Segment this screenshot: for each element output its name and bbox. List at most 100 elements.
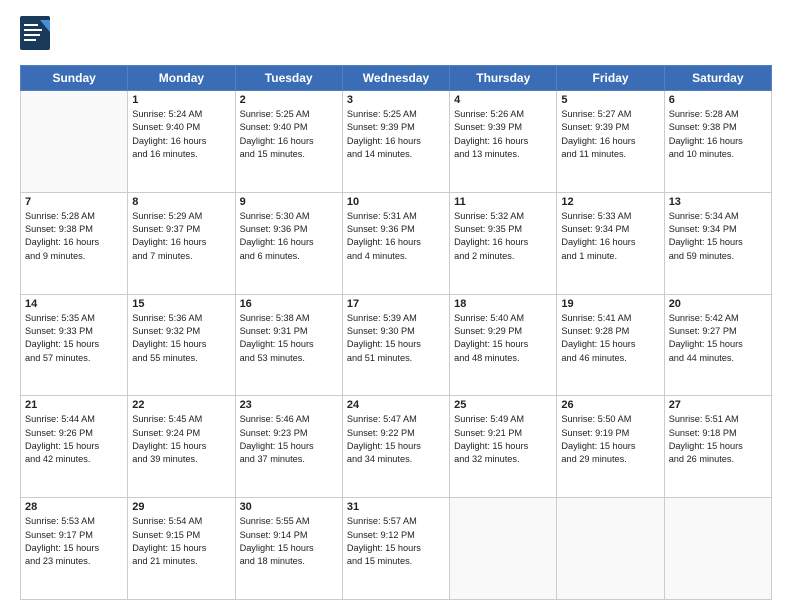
day-number: 26 [561,399,659,411]
calendar-cell [450,498,557,600]
calendar-cell: 31 Sunrise: 5:57 AM Sunset: 9:12 PM Dayli… [342,498,449,600]
calendar-cell: 26 Sunrise: 5:50 AM Sunset: 9:19 PM Dayli… [557,396,664,498]
day-info: Sunrise: 5:39 AM Sunset: 9:30 PM Dayligh… [347,312,445,365]
weekday-header-tuesday: Tuesday [235,66,342,91]
calendar-cell: 10 Sunrise: 5:31 AM Sunset: 9:36 PM Dayli… [342,192,449,294]
calendar-cell: 6Sunrise: 5:28 AM Sunset: 9:38 PM Daylig… [664,91,771,193]
day-info: Sunrise: 5:25 AM Sunset: 9:40 PM Dayligh… [240,108,338,161]
calendar-cell: 22 Sunrise: 5:45 AM Sunset: 9:24 PM Dayli… [128,396,235,498]
day-number: 20 [669,298,767,310]
calendar-cell: 3 Sunrise: 5:25 AM Sunset: 9:39 PM Daylig… [342,91,449,193]
day-info: Sunrise: 5:38 AM Sunset: 9:31 PM Dayligh… [240,312,338,365]
day-info: Sunrise: 5:51 AM Sunset: 9:18 PM Dayligh… [669,413,767,466]
calendar-cell: 18Sunrise: 5:40 AM Sunset: 9:29 PM Dayli… [450,294,557,396]
day-number: 25 [454,399,552,411]
day-number: 3 [347,94,445,106]
day-number: 17 [347,298,445,310]
day-info: Sunrise: 5:24 AM Sunset: 9:40 PM Dayligh… [132,108,230,161]
calendar-cell: 15 Sunrise: 5:36 AM Sunset: 9:32 PM Dayli… [128,294,235,396]
week-row-3: 14 Sunrise: 5:35 AM Sunset: 9:33 PM Dayli… [21,294,772,396]
calendar-cell: 29 Sunrise: 5:54 AM Sunset: 9:15 PM Dayli… [128,498,235,600]
day-info: Sunrise: 5:25 AM Sunset: 9:39 PM Dayligh… [347,108,445,161]
day-info: Sunrise: 5:54 AM Sunset: 9:15 PM Dayligh… [132,515,230,568]
day-info: Sunrise: 5:57 AM Sunset: 9:12 PM Dayligh… [347,515,445,568]
day-number: 28 [25,501,123,513]
weekday-header-thursday: Thursday [450,66,557,91]
day-info: Sunrise: 5:32 AM Sunset: 9:35 PM Dayligh… [454,210,552,263]
calendar-cell: 9 Sunrise: 5:30 AM Sunset: 9:36 PM Daylig… [235,192,342,294]
logo-icon [20,16,52,52]
weekday-header-sunday: Sunday [21,66,128,91]
calendar-cell: 21Sunrise: 5:44 AM Sunset: 9:26 PM Dayli… [21,396,128,498]
weekday-header-saturday: Saturday [664,66,771,91]
calendar-cell: 20Sunrise: 5:42 AM Sunset: 9:27 PM Dayli… [664,294,771,396]
day-number: 23 [240,399,338,411]
day-info: Sunrise: 5:36 AM Sunset: 9:32 PM Dayligh… [132,312,230,365]
day-number: 31 [347,501,445,513]
day-number: 22 [132,399,230,411]
weekday-header-friday: Friday [557,66,664,91]
day-number: 5 [561,94,659,106]
day-number: 2 [240,94,338,106]
day-number: 9 [240,196,338,208]
week-row-4: 21Sunrise: 5:44 AM Sunset: 9:26 PM Dayli… [21,396,772,498]
calendar-cell: 30 Sunrise: 5:55 AM Sunset: 9:14 PM Dayli… [235,498,342,600]
day-number: 14 [25,298,123,310]
day-info: Sunrise: 5:50 AM Sunset: 9:19 PM Dayligh… [561,413,659,466]
day-info: Sunrise: 5:34 AM Sunset: 9:34 PM Dayligh… [669,210,767,263]
day-info: Sunrise: 5:30 AM Sunset: 9:36 PM Dayligh… [240,210,338,263]
calendar-cell: 24Sunrise: 5:47 AM Sunset: 9:22 PM Dayli… [342,396,449,498]
logo [20,16,58,57]
calendar-cell: 16 Sunrise: 5:38 AM Sunset: 9:31 PM Dayli… [235,294,342,396]
day-info: Sunrise: 5:29 AM Sunset: 9:37 PM Dayligh… [132,210,230,263]
day-info: Sunrise: 5:46 AM Sunset: 9:23 PM Dayligh… [240,413,338,466]
week-row-1: 1 Sunrise: 5:24 AM Sunset: 9:40 PM Daylig… [21,91,772,193]
calendar-cell [664,498,771,600]
day-number: 10 [347,196,445,208]
day-info: Sunrise: 5:49 AM Sunset: 9:21 PM Dayligh… [454,413,552,466]
calendar-cell: 5Sunrise: 5:27 AM Sunset: 9:39 PM Daylig… [557,91,664,193]
calendar-cell: 25 Sunrise: 5:49 AM Sunset: 9:21 PM Dayli… [450,396,557,498]
calendar-cell: 12Sunrise: 5:33 AM Sunset: 9:34 PM Dayli… [557,192,664,294]
header [20,16,772,57]
weekday-header-wednesday: Wednesday [342,66,449,91]
day-info: Sunrise: 5:55 AM Sunset: 9:14 PM Dayligh… [240,515,338,568]
calendar-header-row: SundayMondayTuesdayWednesdayThursdayFrid… [21,66,772,91]
calendar-cell: 7 Sunrise: 5:28 AM Sunset: 9:38 PM Daylig… [21,192,128,294]
day-number: 27 [669,399,767,411]
day-info: Sunrise: 5:40 AM Sunset: 9:29 PM Dayligh… [454,312,552,365]
day-info: Sunrise: 5:41 AM Sunset: 9:28 PM Dayligh… [561,312,659,365]
calendar-cell: 4Sunrise: 5:26 AM Sunset: 9:39 PM Daylig… [450,91,557,193]
week-row-5: 28 Sunrise: 5:53 AM Sunset: 9:17 PM Dayli… [21,498,772,600]
day-number: 16 [240,298,338,310]
day-info: Sunrise: 5:47 AM Sunset: 9:22 PM Dayligh… [347,413,445,466]
day-number: 21 [25,399,123,411]
day-info: Sunrise: 5:45 AM Sunset: 9:24 PM Dayligh… [132,413,230,466]
day-info: Sunrise: 5:35 AM Sunset: 9:33 PM Dayligh… [25,312,123,365]
calendar-cell: 11 Sunrise: 5:32 AM Sunset: 9:35 PM Dayli… [450,192,557,294]
day-number: 15 [132,298,230,310]
day-number: 7 [25,196,123,208]
day-info: Sunrise: 5:53 AM Sunset: 9:17 PM Dayligh… [25,515,123,568]
day-info: Sunrise: 5:33 AM Sunset: 9:34 PM Dayligh… [561,210,659,263]
calendar-cell: 1 Sunrise: 5:24 AM Sunset: 9:40 PM Daylig… [128,91,235,193]
day-number: 30 [240,501,338,513]
day-number: 13 [669,196,767,208]
day-number: 1 [132,94,230,106]
day-number: 8 [132,196,230,208]
day-info: Sunrise: 5:28 AM Sunset: 9:38 PM Dayligh… [25,210,123,263]
day-number: 29 [132,501,230,513]
calendar-cell: 8 Sunrise: 5:29 AM Sunset: 9:37 PM Daylig… [128,192,235,294]
day-info: Sunrise: 5:26 AM Sunset: 9:39 PM Dayligh… [454,108,552,161]
day-number: 19 [561,298,659,310]
calendar-cell: 28 Sunrise: 5:53 AM Sunset: 9:17 PM Dayli… [21,498,128,600]
calendar-cell: 17 Sunrise: 5:39 AM Sunset: 9:30 PM Dayli… [342,294,449,396]
week-row-2: 7 Sunrise: 5:28 AM Sunset: 9:38 PM Daylig… [21,192,772,294]
calendar-cell: 19 Sunrise: 5:41 AM Sunset: 9:28 PM Dayli… [557,294,664,396]
weekday-header-monday: Monday [128,66,235,91]
calendar-cell: 13 Sunrise: 5:34 AM Sunset: 9:34 PM Dayli… [664,192,771,294]
day-number: 11 [454,196,552,208]
day-info: Sunrise: 5:28 AM Sunset: 9:38 PM Dayligh… [669,108,767,161]
day-info: Sunrise: 5:31 AM Sunset: 9:36 PM Dayligh… [347,210,445,263]
page: SundayMondayTuesdayWednesdayThursdayFrid… [0,0,792,612]
